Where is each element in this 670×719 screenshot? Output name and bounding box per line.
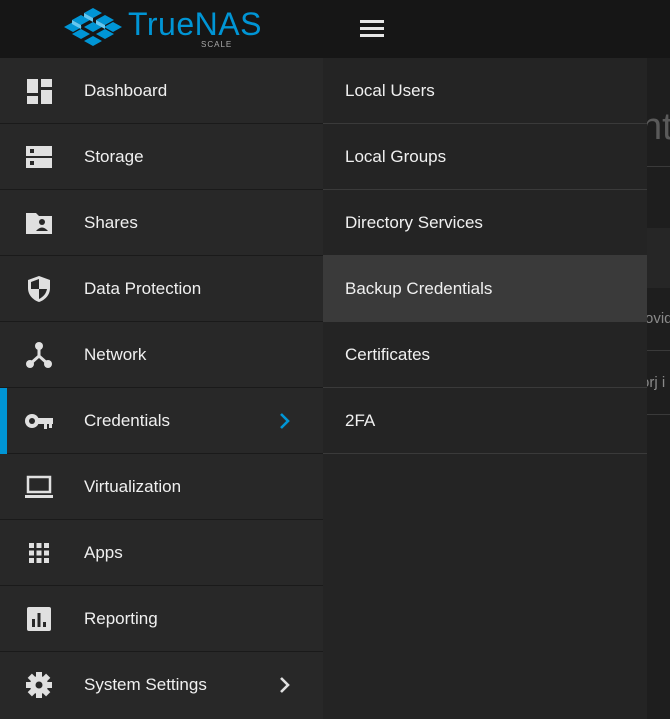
key-icon xyxy=(25,414,53,429)
top-bar: TrueNAS SCALE xyxy=(0,0,670,58)
shares-icon xyxy=(26,213,52,234)
sidebar-item-label: Dashboard xyxy=(84,81,168,100)
sidebar-item-dashboard[interactable]: Dashboard xyxy=(0,58,323,124)
background-divider xyxy=(647,414,670,415)
sidebar-item-label: Storage xyxy=(84,147,144,166)
submenu-item-local-groups[interactable]: Local Groups xyxy=(323,124,647,190)
sidebar-item-label: Shares xyxy=(84,213,138,232)
sidebar-item-label: System Settings xyxy=(84,675,207,694)
truenas-logo[interactable]: TrueNAS SCALE xyxy=(64,4,274,50)
sidebar-item-credentials[interactable]: Credentials xyxy=(0,388,323,454)
submenu-item-2fa[interactable]: 2FA xyxy=(323,388,647,454)
background-page: nt ovid orj i xyxy=(647,58,670,719)
submenu-item-local-users[interactable]: Local Users xyxy=(323,58,647,124)
submenu-item-label: Backup Credentials xyxy=(345,279,493,298)
network-icon xyxy=(26,342,52,368)
sidebar-item-reporting[interactable]: Reporting xyxy=(0,586,323,652)
background-divider xyxy=(647,166,670,167)
background-divider xyxy=(647,350,670,351)
credentials-submenu: Local Users Local Groups Directory Servi… xyxy=(323,58,647,719)
sidebar-item-apps[interactable]: Apps xyxy=(0,520,323,586)
gear-icon xyxy=(26,672,52,698)
sidebar-item-storage[interactable]: Storage xyxy=(0,124,323,190)
sidebar-item-virtualization[interactable]: Virtualization xyxy=(0,454,323,520)
chevron-right-icon xyxy=(280,413,290,429)
sidebar-item-shares[interactable]: Shares xyxy=(0,190,323,256)
reporting-icon xyxy=(27,607,51,631)
sidebar-item-data-protection[interactable]: Data Protection xyxy=(0,256,323,322)
sidebar-item-label: Data Protection xyxy=(84,279,202,298)
hamburger-menu-icon[interactable] xyxy=(358,17,386,39)
submenu-item-backup-credentials[interactable]: Backup Credentials xyxy=(323,256,647,322)
app-window: TrueNAS SCALE nt ovid orj i Dashboard xyxy=(0,0,670,719)
truenas-logo-icon xyxy=(64,8,122,46)
brand-edition: SCALE xyxy=(201,40,233,49)
laptop-icon xyxy=(25,475,53,498)
background-row-text: ovid xyxy=(647,310,670,327)
sidebar-item-system-settings[interactable]: System Settings xyxy=(0,652,323,718)
sidebar-item-network[interactable]: Network xyxy=(0,322,323,388)
chevron-right-icon xyxy=(280,677,290,693)
sidebar-item-label: Credentials xyxy=(84,411,170,430)
apps-grid-icon xyxy=(29,543,49,563)
sidebar: Dashboard Storage Shares Data Protection… xyxy=(0,58,323,719)
submenu-item-label: Local Groups xyxy=(345,147,447,166)
background-title-fragment: nt xyxy=(647,106,670,148)
submenu-item-label: Local Users xyxy=(345,81,435,100)
background-row-text: orj i xyxy=(647,374,666,391)
submenu-item-label: 2FA xyxy=(345,411,376,430)
sidebar-item-label: Apps xyxy=(84,543,123,562)
dashboard-icon xyxy=(27,79,52,104)
active-indicator xyxy=(0,388,7,454)
submenu-item-label: Certificates xyxy=(345,345,431,364)
submenu-item-certificates[interactable]: Certificates xyxy=(323,322,647,388)
sidebar-item-label: Network xyxy=(84,345,147,364)
shield-icon xyxy=(28,276,50,302)
background-card xyxy=(647,228,670,288)
submenu-item-label: Directory Services xyxy=(345,213,483,232)
submenu-item-directory-services[interactable]: Directory Services xyxy=(323,190,647,256)
sidebar-item-label: Reporting xyxy=(84,609,158,628)
brand-name: TrueNAS xyxy=(128,6,262,42)
storage-icon xyxy=(26,146,52,168)
sidebar-item-label: Virtualization xyxy=(84,477,182,496)
